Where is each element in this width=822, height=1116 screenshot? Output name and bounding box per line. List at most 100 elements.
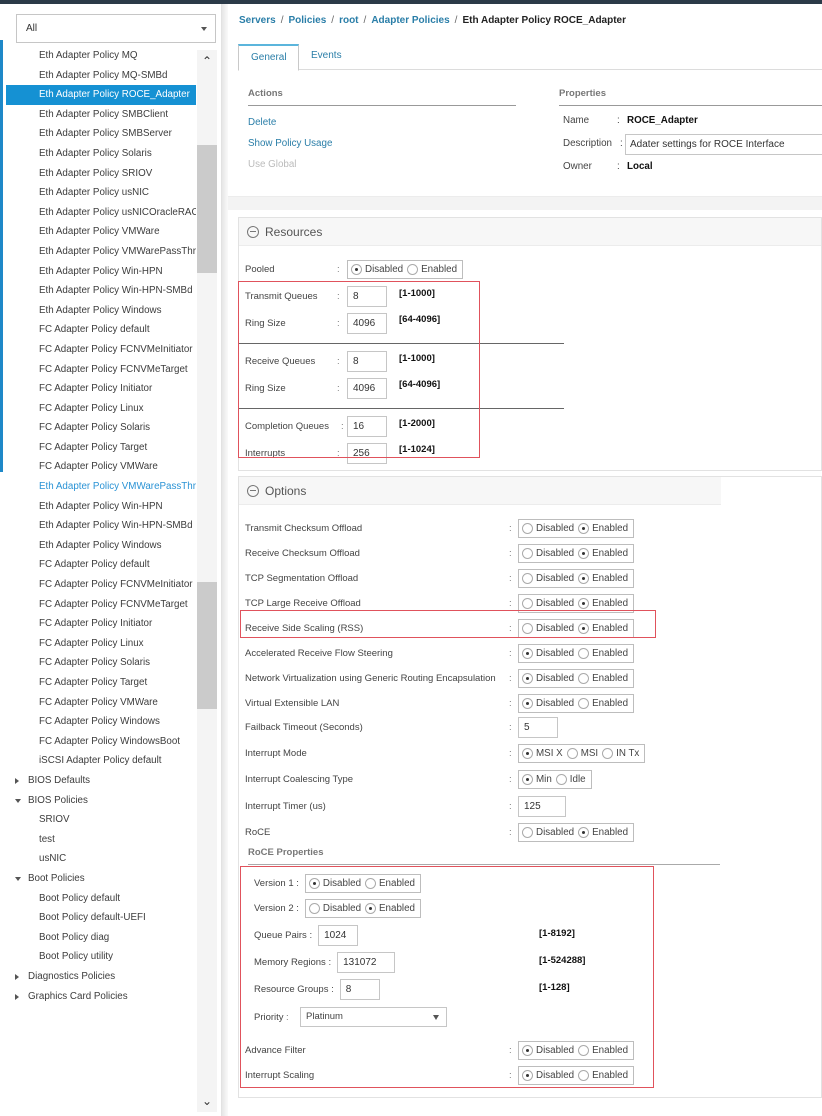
tree-item[interactable]: FC Adapter Policy Solaris xyxy=(0,418,196,438)
tree-item[interactable]: FC Adapter Policy FCNVMeTarget xyxy=(0,360,196,380)
options-header[interactable]: Options xyxy=(239,477,721,505)
interrupt-mode-msix-radio[interactable]: MSI X xyxy=(522,748,563,759)
tree-item[interactable]: Eth Adapter Policy SMBServer xyxy=(0,124,196,144)
tree-item[interactable]: FC Adapter Policy WindowsBoot xyxy=(0,732,196,752)
sidebar-scroll-thumb[interactable] xyxy=(197,145,217,273)
tree-item[interactable]: FC Adapter Policy default xyxy=(0,320,196,340)
tree-item[interactable]: Boot Policies xyxy=(0,869,196,889)
radio-unselected-icon xyxy=(578,698,590,709)
breadcrumb-adapter-policies[interactable]: Adapter Policies xyxy=(371,15,449,26)
option-enabled-radio[interactable]: Enabled xyxy=(578,673,628,684)
option-enabled-radio[interactable]: Enabled xyxy=(578,648,628,659)
main-content: Servers / Policies / root / Adapter Policies / E… xyxy=(228,4,822,1116)
interrupt-coalescing-min-radio[interactable]: Min xyxy=(522,774,552,785)
collapse-icon[interactable] xyxy=(247,225,259,238)
tree-item[interactable]: Graphics Card Policies xyxy=(0,987,196,1007)
tree-item[interactable]: usNIC xyxy=(0,849,196,869)
tree-item[interactable]: SRIOV xyxy=(0,810,196,830)
tree-item[interactable]: FC Adapter Policy Linux xyxy=(0,634,196,654)
tree-item[interactable]: FC Adapter Policy default xyxy=(0,555,196,575)
option-disabled-radio[interactable]: Disabled xyxy=(522,673,574,684)
option-disabled-radio[interactable]: Disabled xyxy=(522,648,574,659)
tree-item[interactable]: FC Adapter Policy Solaris xyxy=(0,653,196,673)
tree-item[interactable]: Eth Adapter Policy VMWarePassThru xyxy=(0,477,196,497)
tree-item[interactable]: Eth Adapter Policy ROCE_Adapter xyxy=(6,85,196,105)
tree-item[interactable]: Eth Adapter Policy Win-HPN xyxy=(0,497,196,517)
tree-item[interactable]: FC Adapter Policy Linux xyxy=(0,399,196,419)
tree-item[interactable]: Eth Adapter Policy MQ xyxy=(0,46,196,66)
tree-item[interactable]: FC Adapter Policy Initiator xyxy=(0,379,196,399)
breadcrumb-servers[interactable]: Servers xyxy=(239,15,276,26)
tree-item[interactable]: FC Adapter Policy Initiator xyxy=(0,614,196,634)
option-enabled-radio[interactable]: Enabled xyxy=(578,573,628,584)
tree-item[interactable]: Eth Adapter Policy usNICOracleRAC xyxy=(0,203,196,223)
tree-item[interactable]: Eth Adapter Policy Win-HPN-SMBd xyxy=(0,281,196,301)
tree-item[interactable]: Eth Adapter Policy Win-HPN-SMBd xyxy=(0,516,196,536)
tree-item[interactable]: FC Adapter Policy Target xyxy=(0,438,196,458)
option-disabled-radio[interactable]: Disabled xyxy=(522,523,574,534)
filter-select[interactable]: All xyxy=(16,14,216,43)
collapse-arrow-icon[interactable] xyxy=(15,876,21,881)
tree-item[interactable]: FC Adapter Policy Windows xyxy=(0,712,196,732)
tree-item[interactable]: FC Adapter Policy FCNVMeInitiator xyxy=(0,340,196,360)
tree-item[interactable]: Eth Adapter Policy Windows xyxy=(0,536,196,556)
option-enabled-radio[interactable]: Enabled xyxy=(578,523,628,534)
tree-item[interactable]: iSCSI Adapter Policy default xyxy=(0,751,196,771)
tree-item[interactable]: Eth Adapter Policy Windows xyxy=(0,301,196,321)
interrupt-mode-intx-radio[interactable]: IN Tx xyxy=(602,748,639,759)
tree-item[interactable]: Eth Adapter Policy VMWare xyxy=(0,222,196,242)
tree-item[interactable]: FC Adapter Policy FCNVMeInitiator xyxy=(0,575,196,595)
scroll-down-icon[interactable]: ⌄ xyxy=(199,1094,215,1108)
sidebar-scroll-thumb[interactable] xyxy=(197,582,217,709)
tree-item[interactable]: BIOS Policies xyxy=(0,791,196,811)
tree-item[interactable]: Eth Adapter Policy SMBClient xyxy=(0,105,196,125)
expand-arrow-icon[interactable] xyxy=(15,777,19,784)
breadcrumb-root[interactable]: root xyxy=(339,15,358,26)
delete-link[interactable]: Delete xyxy=(248,117,276,128)
interrupt-coalescing-idle-radio[interactable]: Idle xyxy=(555,774,586,785)
tree-item[interactable]: test xyxy=(0,830,196,850)
tab-general[interactable]: General xyxy=(238,44,299,71)
tree-item[interactable]: BIOS Defaults xyxy=(0,771,196,791)
expand-arrow-icon[interactable] xyxy=(15,993,19,1000)
show-policy-usage-link[interactable]: Show Policy Usage xyxy=(248,138,332,149)
tree-item[interactable]: FC Adapter Policy FCNVMeTarget xyxy=(0,595,196,615)
option-enabled-radio[interactable]: Enabled xyxy=(578,598,628,609)
tree-item[interactable]: Boot Policy diag xyxy=(0,928,196,948)
pooled-enabled-radio[interactable]: Enabled xyxy=(407,264,457,275)
option-disabled-radio[interactable]: Disabled xyxy=(522,598,574,609)
collapse-icon[interactable] xyxy=(247,484,259,497)
tree-item[interactable]: Eth Adapter Policy MQ-SMBd xyxy=(0,66,196,86)
tree-item[interactable]: Eth Adapter Policy SRIOV xyxy=(0,164,196,184)
tree-item[interactable]: FC Adapter Policy Target xyxy=(0,673,196,693)
roce-enabled-radio[interactable]: Enabled xyxy=(578,827,628,838)
tree-item[interactable]: FC Adapter Policy VMWare xyxy=(0,693,196,713)
option-disabled-radio[interactable]: Disabled xyxy=(522,573,574,584)
interrupt-timer-input[interactable]: 125 xyxy=(518,796,566,817)
tab-events[interactable]: Events xyxy=(299,44,354,70)
failback-timeout-input[interactable]: 5 xyxy=(518,717,558,738)
interrupt-mode-msi-radio[interactable]: MSI xyxy=(566,748,598,759)
expand-arrow-icon[interactable] xyxy=(15,973,19,980)
collapse-arrow-icon[interactable] xyxy=(15,798,21,803)
roce-disabled-radio[interactable]: Disabled xyxy=(522,827,574,838)
tree-item[interactable]: Eth Adapter Policy Win-HPN xyxy=(0,262,196,282)
tree-item[interactable]: Boot Policy utility xyxy=(0,947,196,967)
breadcrumb-policies[interactable]: Policies xyxy=(288,15,326,26)
tree-item[interactable]: Eth Adapter Policy Solaris xyxy=(0,144,196,164)
tree-item[interactable]: Boot Policy default-UEFI xyxy=(0,908,196,928)
scroll-up-icon[interactable]: ⌃ xyxy=(199,54,215,68)
option-disabled-radio[interactable]: Disabled xyxy=(522,548,574,559)
colon: : xyxy=(509,673,512,684)
option-disabled-radio[interactable]: Disabled xyxy=(522,698,574,709)
tree-item[interactable]: Eth Adapter Policy VMWarePassThru xyxy=(0,242,196,262)
description-input[interactable]: Adater settings for ROCE Interface xyxy=(625,134,822,155)
option-enabled-radio[interactable]: Enabled xyxy=(578,548,628,559)
tree-item[interactable]: Eth Adapter Policy usNIC xyxy=(0,183,196,203)
option-enabled-radio[interactable]: Enabled xyxy=(578,698,628,709)
resources-header[interactable]: Resources xyxy=(239,218,821,246)
tree-item[interactable]: Boot Policy default xyxy=(0,889,196,909)
tree-item[interactable]: Diagnostics Policies xyxy=(0,967,196,987)
tree-item[interactable]: FC Adapter Policy VMWare xyxy=(0,457,196,477)
pooled-disabled-radio[interactable]: Disabled xyxy=(351,264,403,275)
